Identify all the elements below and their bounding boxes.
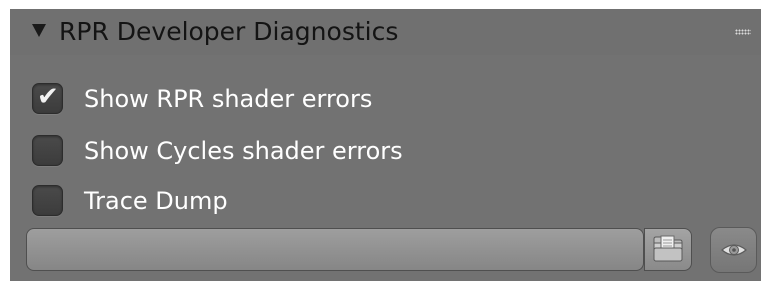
show-cycles-shader-errors-label[interactable]: Show Cycles shader errors xyxy=(84,134,403,168)
trace-dump-checkbox[interactable] xyxy=(32,185,63,216)
option-show-rpr-shader-errors[interactable]: ✔ Show RPR shader errors xyxy=(30,81,530,117)
rpr-developer-diagnostics-panel: RPR Developer Diagnostics ✔ Show RPR sha… xyxy=(10,9,761,281)
panel-title: RPR Developer Diagnostics xyxy=(59,17,399,46)
trace-dump-label[interactable]: Trace Dump xyxy=(84,184,228,218)
option-trace-dump[interactable]: Trace Dump xyxy=(30,183,530,219)
show-rpr-shader-errors-label[interactable]: Show RPR shader errors xyxy=(84,82,372,116)
checkmark-icon: ✔ xyxy=(37,82,59,112)
browse-folder-button[interactable] xyxy=(644,228,692,271)
trace-dump-path-input[interactable] xyxy=(26,228,644,271)
show-cycles-shader-errors-checkbox[interactable] xyxy=(32,135,63,166)
panel-header[interactable]: RPR Developer Diagnostics xyxy=(10,9,761,55)
drag-grip-icon[interactable] xyxy=(735,29,751,35)
eye-icon xyxy=(721,244,747,256)
option-show-cycles-shader-errors[interactable]: Show Cycles shader errors xyxy=(30,133,530,169)
triangle-down-icon[interactable] xyxy=(32,24,46,37)
folder-icon xyxy=(653,235,683,262)
show-rpr-shader-errors-checkbox[interactable]: ✔ xyxy=(32,82,63,114)
visibility-toggle-button[interactable] xyxy=(710,227,757,273)
